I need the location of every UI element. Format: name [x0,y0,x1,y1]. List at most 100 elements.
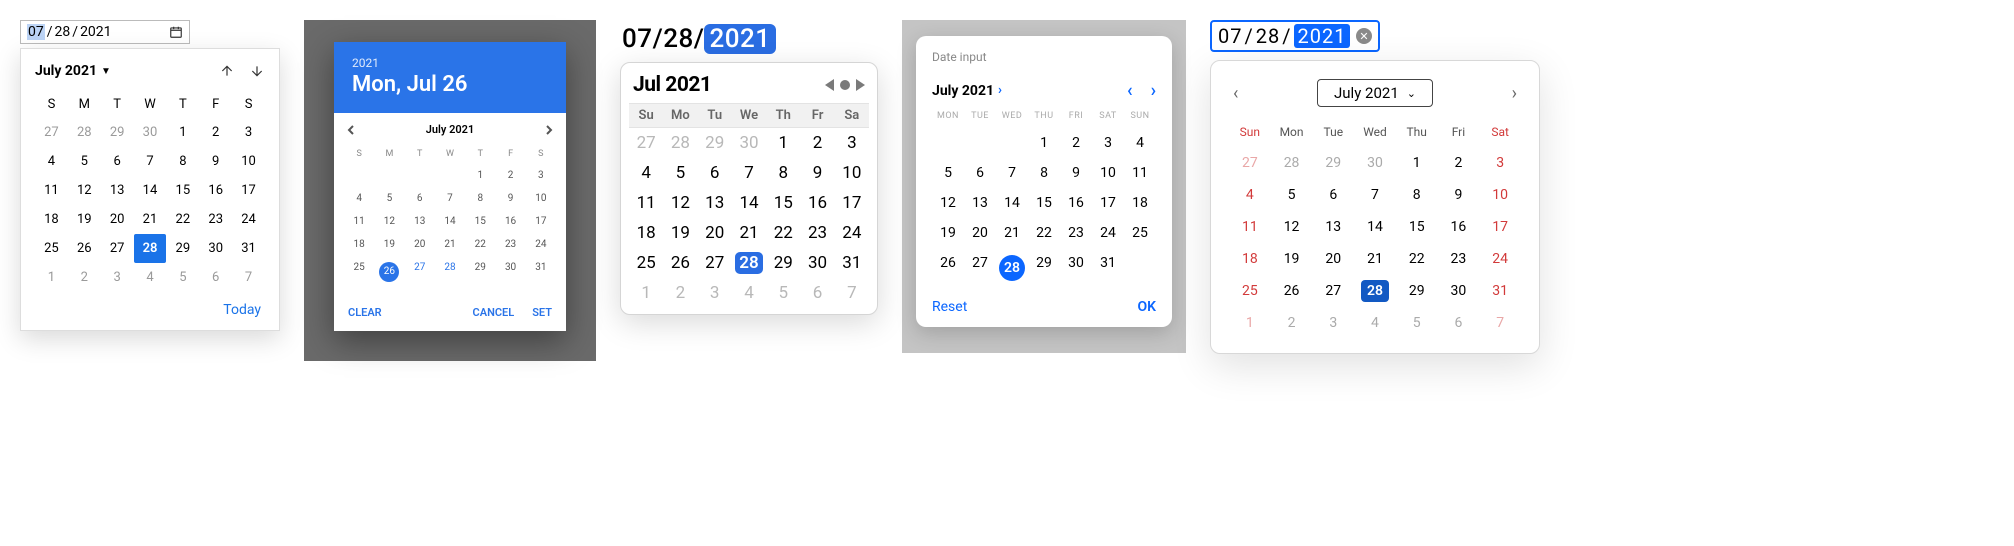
input-day[interactable]: 28 [1256,24,1280,48]
calendar-day[interactable]: 9 [199,147,232,176]
next-month-button[interactable]: › [1508,83,1521,104]
calendar-day[interactable]: 30 [1060,251,1092,285]
calendar-day[interactable]: 25 [1124,221,1156,245]
calendar-day[interactable]: 12 [1271,215,1313,239]
calendar-day[interactable]: 6 [199,263,232,292]
calendar-day[interactable]: 23 [800,218,834,248]
calendar-day[interactable]: 25 [35,234,68,263]
calendar-day[interactable]: 15 [465,210,495,233]
calendar-day[interactable]: 30 [495,256,525,288]
calendar-day[interactable]: 11 [344,210,374,233]
next-month-button[interactable] [544,125,554,135]
calendar-day[interactable]: 1 [1028,131,1060,155]
calendar-day[interactable]: 2 [1271,311,1313,335]
calendar-day[interactable]: 13 [1312,215,1354,239]
calendar-day[interactable]: 28 [996,251,1028,285]
calendar-day[interactable]: 13 [101,176,134,205]
calendar-day[interactable]: 6 [101,147,134,176]
calendar-day[interactable]: 7 [732,158,766,188]
calendar-day[interactable]: 7 [835,278,869,308]
input-month[interactable]: 07 [27,24,45,40]
calendar-day[interactable]: 5 [1396,311,1438,335]
calendar-day[interactable]: 4 [1229,183,1271,207]
calendar-day[interactable]: 27 [698,248,732,278]
calendar-day[interactable]: 30 [1354,151,1396,175]
calendar-day[interactable]: 15 [166,176,199,205]
calendar-day[interactable]: 17 [1479,215,1521,239]
calendar-day[interactable]: 3 [101,263,134,292]
calendar-day[interactable]: 24 [526,233,556,256]
month-year-selector[interactable]: July 2021 ▼ [35,63,111,79]
calendar-day[interactable]: 10 [1479,183,1521,207]
calendar-day[interactable]: 2 [495,164,525,187]
calendar-day[interactable]: 27 [35,118,68,147]
header-year[interactable]: 2021 [352,56,548,70]
calendar-day[interactable]: 11 [629,188,663,218]
calendar-day[interactable]: 18 [1229,247,1271,271]
calendar-day[interactable]: 16 [1438,215,1480,239]
next-month-button[interactable] [249,63,265,79]
calendar-day[interactable]: 25 [629,248,663,278]
calendar-day[interactable]: 5 [766,278,800,308]
clear-icon[interactable]: ✕ [1356,28,1372,44]
calendar-day[interactable]: 1 [465,164,495,187]
calendar-day[interactable]: 28 [435,256,465,288]
calendar-day[interactable]: 6 [698,158,732,188]
calendar-day[interactable]: 19 [932,221,964,245]
calendar-day[interactable]: 10 [835,158,869,188]
prev-month-button[interactable] [219,63,235,79]
calendar-day[interactable]: 25 [344,256,374,288]
calendar-day[interactable]: 26 [932,251,964,285]
input-year[interactable]: 2021 [80,24,111,40]
calendar-day[interactable]: 26 [374,256,404,288]
set-button[interactable]: SET [532,306,552,319]
calendar-day[interactable]: 5 [1271,183,1313,207]
next-month-button[interactable] [856,79,865,91]
calendar-day[interactable]: 16 [800,188,834,218]
calendar-day[interactable]: 27 [101,234,134,263]
date-input[interactable]: 07/28/2021 [20,20,190,44]
calendar-day[interactable]: 25 [1229,279,1271,303]
calendar-day[interactable]: 15 [1396,215,1438,239]
input-year[interactable]: 2021 [1294,24,1351,48]
calendar-day[interactable]: 3 [526,164,556,187]
calendar-day[interactable]: 9 [495,187,525,210]
calendar-day[interactable]: 7 [232,263,265,292]
calendar-day[interactable]: 29 [1396,279,1438,303]
calendar-day[interactable]: 23 [495,233,525,256]
calendar-day[interactable]: 6 [800,278,834,308]
calendar-day[interactable]: 4 [629,158,663,188]
calendar-day[interactable]: 26 [1271,279,1313,303]
calendar-day[interactable]: 2 [663,278,697,308]
calendar-day[interactable]: 20 [698,218,732,248]
prev-month-button[interactable]: ‹ [1127,80,1133,101]
calendar-day[interactable]: 21 [1354,247,1396,271]
calendar-day[interactable]: 23 [1438,247,1480,271]
prev-month-button[interactable]: ‹ [1229,83,1242,104]
calendar-day[interactable]: 27 [1312,279,1354,303]
calendar-day[interactable]: 16 [495,210,525,233]
next-month-button[interactable]: › [1151,80,1156,101]
calendar-day[interactable]: 29 [101,118,134,147]
calendar-day[interactable]: 21 [732,218,766,248]
calendar-day[interactable]: 2 [1438,151,1480,175]
calendar-day[interactable]: 20 [1312,247,1354,271]
calendar-day[interactable]: 10 [232,147,265,176]
date-input[interactable]: 07 / 28 / 2021 ✕ [1210,20,1380,52]
calendar-day[interactable]: 7 [134,147,167,176]
calendar-day[interactable]: 14 [134,176,167,205]
calendar-day[interactable]: 29 [1028,251,1060,285]
calendar-day[interactable]: 14 [732,188,766,218]
calendar-day[interactable]: 20 [964,221,996,245]
calendar-day[interactable]: 14 [1354,215,1396,239]
calendar-day[interactable]: 29 [766,248,800,278]
calendar-day[interactable]: 4 [732,278,766,308]
calendar-day[interactable]: 18 [1124,191,1156,215]
calendar-day[interactable]: 24 [1479,247,1521,271]
prev-month-button[interactable] [825,79,834,91]
calendar-day[interactable]: 30 [199,234,232,263]
ok-button[interactable]: OK [1137,299,1156,315]
calendar-day[interactable]: 7 [435,187,465,210]
calendar-day[interactable]: 16 [199,176,232,205]
calendar-day[interactable]: 27 [629,128,663,158]
